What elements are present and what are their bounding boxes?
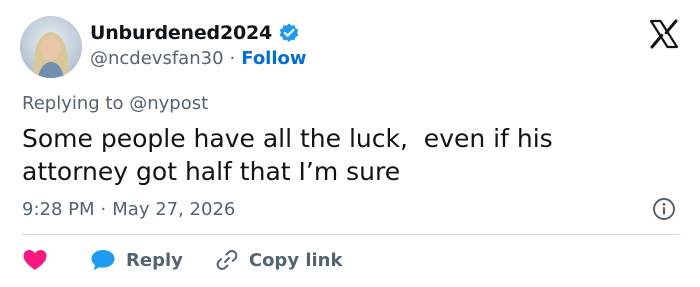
divider (22, 234, 679, 235)
handle-row: @ncdevsfan30 · Follow (90, 48, 307, 69)
verified-badge-icon (278, 22, 300, 44)
reply-button[interactable]: Reply (90, 248, 183, 272)
reply-label: Reply (126, 249, 183, 271)
link-icon (216, 250, 238, 270)
tweet-date: May 27, 2026 (112, 199, 236, 220)
like-button[interactable] (22, 248, 48, 272)
x-logo-icon[interactable] (648, 18, 680, 50)
replying-to-line: Replying to @nypost (22, 93, 208, 114)
replying-to-handle[interactable]: @nypost (129, 93, 208, 114)
action-bar: Reply Copy link (22, 246, 342, 274)
replying-to-prefix: Replying to (22, 93, 124, 114)
tweet-card: Unburdened2024 @ncdevsfan30 · Follow Rep… (0, 0, 700, 287)
display-name[interactable]: Unburdened2024 (90, 22, 272, 44)
author-handle[interactable]: @ncdevsfan30 (90, 48, 224, 69)
follow-button[interactable]: Follow (241, 48, 306, 69)
timestamp[interactable]: 9:28 PM · May 27, 2026 (22, 199, 235, 220)
handle-separator: · (229, 48, 236, 69)
tweet-time: 9:28 PM (22, 199, 95, 220)
speech-bubble-icon (91, 250, 115, 271)
copy-link-label: Copy link (248, 249, 343, 271)
tweet-text: Some people have all the luck, even if h… (22, 124, 561, 186)
heart-icon (23, 250, 47, 270)
author-name-row: Unburdened2024 (90, 22, 300, 44)
info-icon[interactable] (652, 197, 676, 221)
avatar-image (20, 16, 82, 78)
copy-link-button[interactable]: Copy link (215, 248, 343, 272)
timestamp-separator: · (100, 199, 107, 220)
avatar[interactable] (20, 16, 82, 78)
